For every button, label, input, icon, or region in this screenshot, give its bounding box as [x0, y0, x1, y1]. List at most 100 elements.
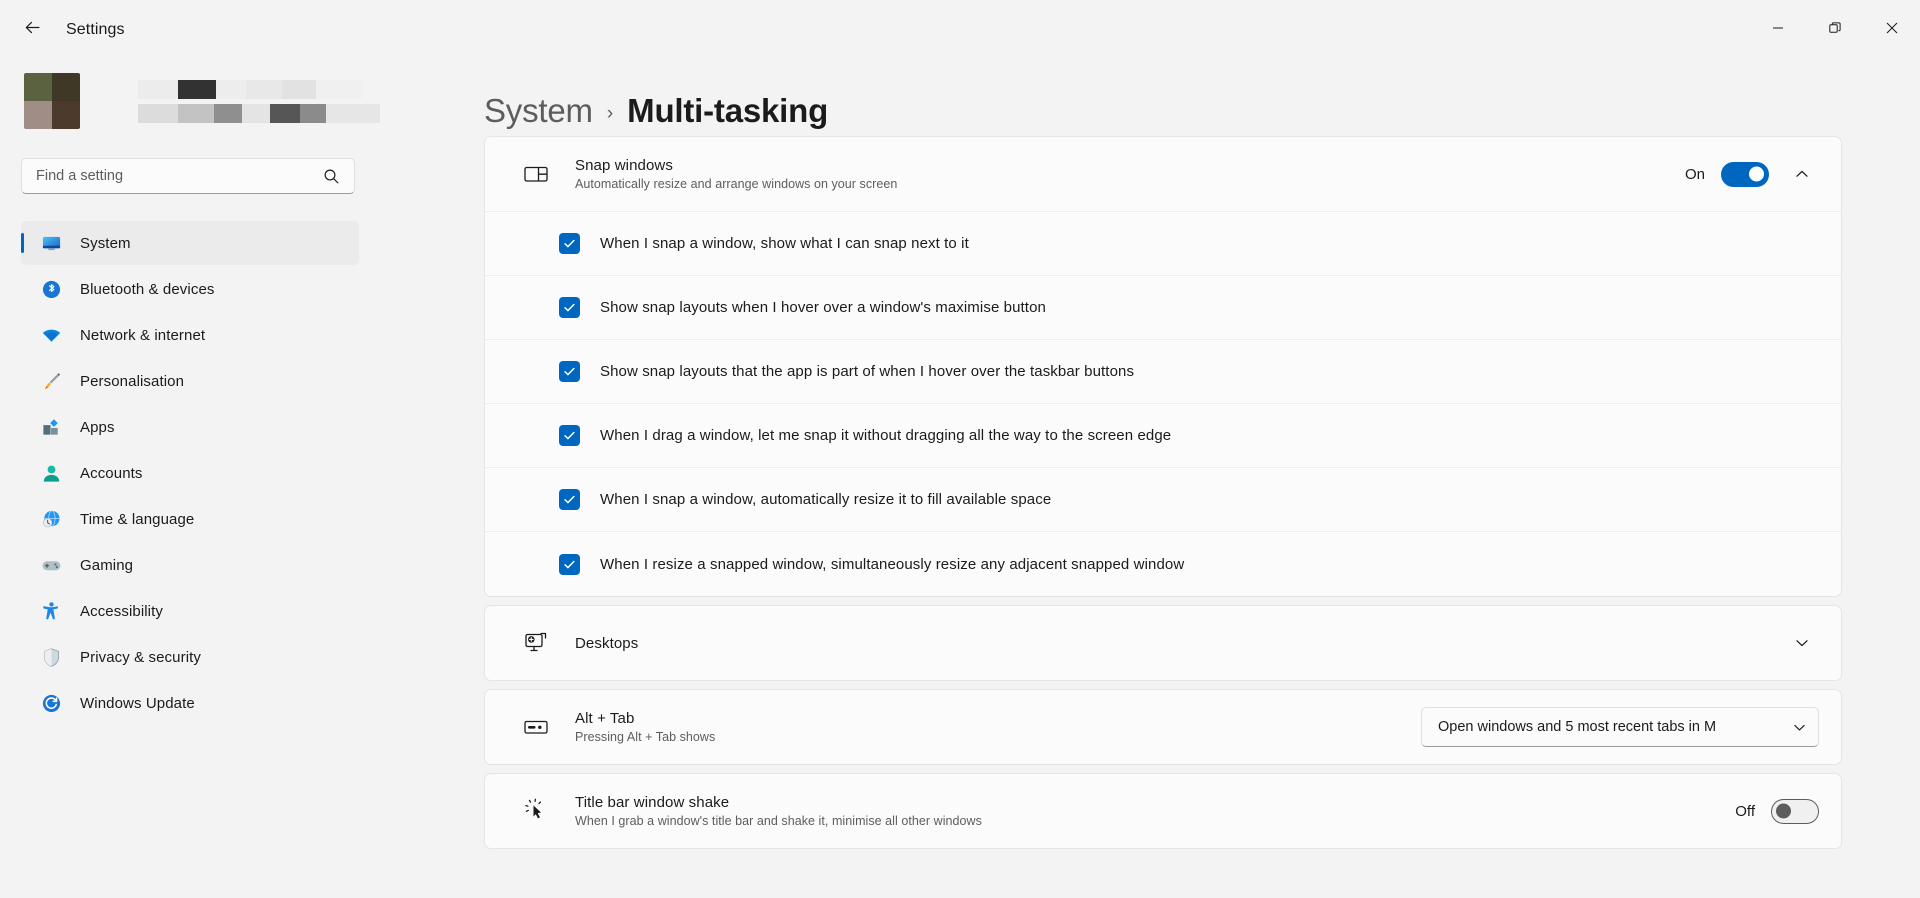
- restore-icon: [1828, 21, 1841, 39]
- breadcrumb-parent-link[interactable]: System: [484, 92, 593, 130]
- app-body: System Bluetooth & devices: [0, 60, 1920, 898]
- checkbox-checked-icon[interactable]: [559, 361, 580, 382]
- snap-option-label: Show snap layouts when I hover over a wi…: [600, 299, 1046, 316]
- snap-windows-title: Snap windows: [575, 157, 673, 174]
- sidebar-item-accounts[interactable]: Accounts: [21, 451, 359, 495]
- sidebar-item-label: Time & language: [80, 510, 195, 528]
- title-bar-shake-subtitle: When I grab a window's title bar and sha…: [575, 814, 982, 828]
- search-icon: [323, 168, 340, 185]
- alt-tab-title: Alt + Tab: [575, 710, 635, 727]
- sidebar-item-label: Apps: [80, 418, 115, 436]
- snap-option-row[interactable]: When I drag a window, let me snap it wit…: [485, 404, 1841, 468]
- snap-option-label: When I snap a window, automatically resi…: [600, 491, 1052, 508]
- snap-windows-header[interactable]: Snap windows Automatically resize and ar…: [485, 137, 1841, 211]
- title-bar-shake-toggle[interactable]: [1771, 798, 1819, 824]
- settings-list: Snap windows Automatically resize and ar…: [406, 136, 1920, 897]
- checkbox-checked-icon[interactable]: [559, 489, 580, 510]
- snap-windows-toggle-state: On: [1684, 165, 1705, 183]
- chevron-down-icon[interactable]: [1785, 626, 1819, 660]
- snap-windows-options: When I snap a window, show what I can sn…: [485, 211, 1841, 596]
- close-button[interactable]: [1863, 0, 1920, 60]
- close-icon: [1886, 21, 1898, 39]
- sidebar-item-system[interactable]: System: [21, 221, 359, 265]
- alt-tab-subtitle: Pressing Alt + Tab shows: [575, 730, 716, 744]
- sidebar-item-personalisation[interactable]: Personalisation: [21, 359, 359, 403]
- desktops-icon: [519, 626, 553, 660]
- checkbox-checked-icon[interactable]: [559, 297, 580, 318]
- sidebar-item-label: Accessibility: [80, 602, 163, 620]
- snap-option-row[interactable]: Show snap layouts that the app is part o…: [485, 340, 1841, 404]
- desktops-text: Desktops: [575, 635, 1785, 652]
- main-content: System › Multi-tasking Snap windows Auto…: [380, 60, 1920, 898]
- search-input[interactable]: [21, 158, 355, 194]
- paintbrush-icon: [40, 370, 62, 392]
- maximize-button[interactable]: [1806, 0, 1863, 60]
- alt-tab-controls: Open windows and 5 most recent tabs in M: [1421, 707, 1819, 747]
- checkbox-checked-icon[interactable]: [559, 553, 580, 575]
- sidebar-item-privacy-security[interactable]: Privacy & security: [21, 635, 359, 679]
- alt-tab-text: Alt + Tab Pressing Alt + Tab shows: [575, 710, 1421, 744]
- back-button[interactable]: [12, 10, 52, 50]
- snap-option-row[interactable]: When I snap a window, show what I can sn…: [485, 212, 1841, 276]
- user-profile[interactable]: [24, 70, 380, 132]
- checkbox-checked-icon[interactable]: [559, 233, 580, 254]
- sidebar-nav: System Bluetooth & devices Network & int…: [21, 221, 359, 725]
- account-icon: [40, 462, 62, 484]
- snap-option-row[interactable]: When I resize a snapped window, simultan…: [485, 532, 1841, 596]
- sidebar-item-network-internet[interactable]: Network & internet: [21, 313, 359, 357]
- system-icon: [40, 232, 62, 254]
- title-bar-shake-row: Title bar window shake When I grab a win…: [485, 774, 1841, 848]
- sidebar-item-accessibility[interactable]: Accessibility: [21, 589, 359, 633]
- sidebar-item-bluetooth-devices[interactable]: Bluetooth & devices: [21, 267, 359, 311]
- snap-windows-card: Snap windows Automatically resize and ar…: [484, 136, 1842, 597]
- shield-icon: [40, 646, 62, 668]
- redacted-account-info: [138, 79, 380, 123]
- snap-windows-toggle[interactable]: [1721, 161, 1769, 187]
- alt-tab-dropdown[interactable]: Open windows and 5 most recent tabs in M: [1421, 707, 1819, 747]
- snap-windows-controls: On: [1679, 157, 1819, 191]
- sidebar-item-label: Windows Update: [80, 694, 195, 712]
- title-bar-shake-card: Title bar window shake When I grab a win…: [484, 773, 1842, 849]
- alt-tab-dropdown-value: Open windows and 5 most recent tabs in M: [1438, 719, 1717, 735]
- minimize-icon: [1772, 21, 1784, 39]
- snap-option-label: When I drag a window, let me snap it wit…: [600, 427, 1172, 444]
- sidebar-item-label: Personalisation: [80, 372, 185, 390]
- minimize-button[interactable]: [1749, 0, 1806, 60]
- sidebar-item-label: Accounts: [80, 464, 143, 482]
- snap-windows-text: Snap windows Automatically resize and ar…: [575, 157, 1679, 191]
- snap-option-label: Show snap layouts that the app is part o…: [600, 363, 1135, 380]
- window-title: Settings: [66, 21, 125, 38]
- alt-tab-row: Alt + Tab Pressing Alt + Tab shows Open …: [485, 690, 1841, 764]
- chevron-down-icon: [1793, 721, 1806, 734]
- desktops-header[interactable]: Desktops: [485, 606, 1841, 680]
- alt-tab-icon: [519, 710, 553, 744]
- desktops-controls: [1785, 626, 1819, 660]
- sidebar-item-windows-update[interactable]: Windows Update: [21, 681, 359, 725]
- alt-tab-card: Alt + Tab Pressing Alt + Tab shows Open …: [484, 689, 1842, 765]
- sidebar-item-gaming[interactable]: Gaming: [21, 543, 359, 587]
- sidebar-item-label: System: [80, 234, 131, 252]
- sidebar: System Bluetooth & devices: [0, 60, 380, 898]
- window-shake-icon: [519, 794, 553, 828]
- checkbox-checked-icon[interactable]: [559, 425, 580, 446]
- globe-clock-icon: [40, 508, 62, 530]
- desktops-card: Desktops: [484, 605, 1842, 681]
- search-field[interactable]: [36, 168, 323, 184]
- snap-option-row[interactable]: Show snap layouts when I hover over a wi…: [485, 276, 1841, 340]
- gamepad-icon: [40, 554, 62, 576]
- title-bar-shake-controls: Off: [1729, 798, 1819, 824]
- sidebar-item-label: Bluetooth & devices: [80, 280, 215, 298]
- sidebar-item-apps[interactable]: Apps: [21, 405, 359, 449]
- snap-option-row[interactable]: When I snap a window, automatically resi…: [485, 468, 1841, 532]
- sidebar-item-time-language[interactable]: Time & language: [21, 497, 359, 541]
- update-icon: [40, 692, 62, 714]
- sidebar-item-label: Gaming: [80, 556, 134, 574]
- snap-option-label: When I snap a window, show what I can sn…: [600, 235, 969, 252]
- title-bar-shake-text: Title bar window shake When I grab a win…: [575, 794, 1729, 828]
- sidebar-item-label: Privacy & security: [80, 648, 201, 666]
- sidebar-item-label: Network & internet: [80, 326, 206, 344]
- apps-icon: [40, 416, 62, 438]
- chevron-up-icon[interactable]: [1785, 157, 1819, 191]
- redacted-email: [138, 103, 380, 123]
- snap-windows-subtitle: Automatically resize and arrange windows…: [575, 177, 898, 191]
